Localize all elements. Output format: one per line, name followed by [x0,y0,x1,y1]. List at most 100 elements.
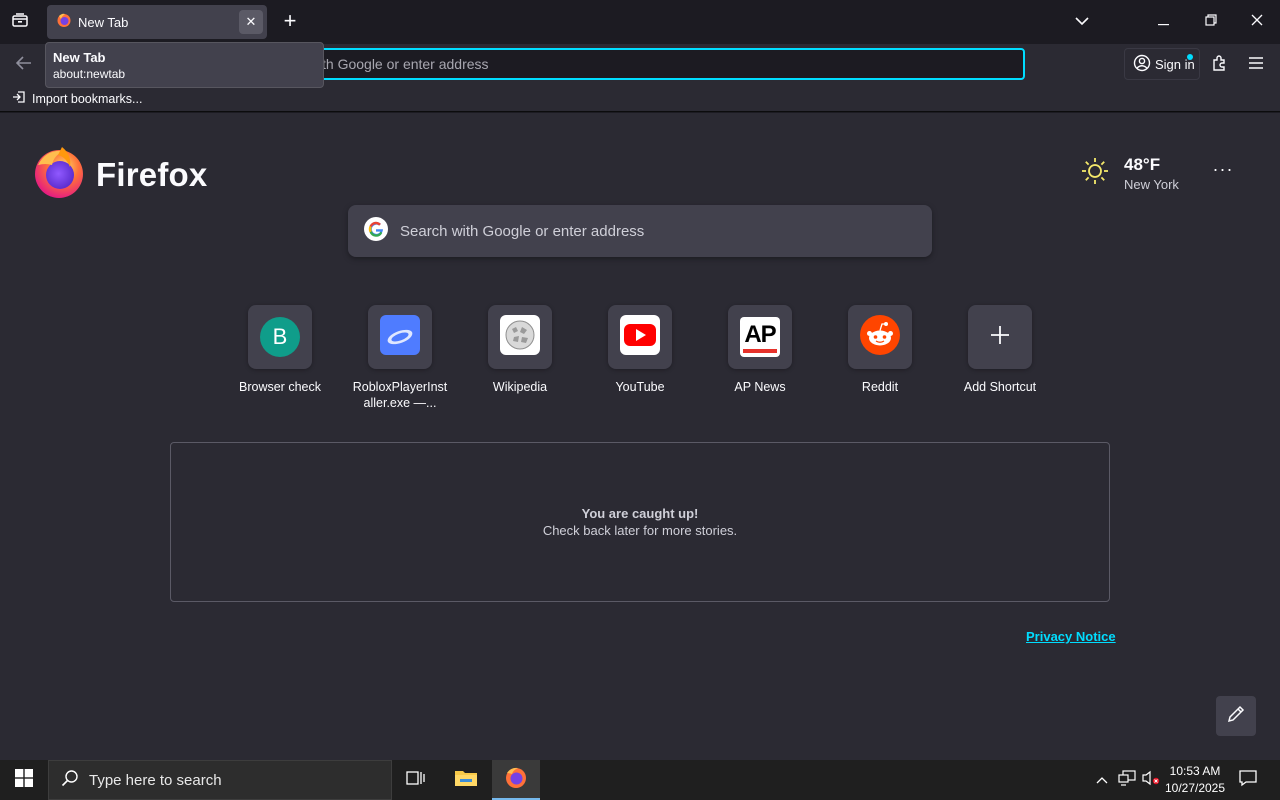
show-hidden-icons-button[interactable] [1092,760,1112,800]
import-icon [12,90,26,107]
newtab-search-box[interactable]: Search with Google or enter address [348,205,932,257]
tray-icon [11,11,29,34]
shortcut-tile: B [248,305,312,369]
volume-button[interactable] [1140,760,1162,800]
shortcut-label: YouTube [615,380,665,394]
weather-location: New York [1124,177,1179,192]
windows-logo-icon [15,768,33,792]
letter-b-icon: B [260,317,300,357]
account-icon [1133,54,1151,75]
ap-news-icon-text: AP [744,320,776,348]
tab-tooltip: New Tab about:newtab [45,42,324,88]
chevron-up-icon [1096,771,1108,789]
shortcut-label: AP News [734,380,786,394]
ap-news-icon: AP [740,317,780,357]
shortcut-reddit[interactable]: Reddit [830,305,930,395]
new-tab-button[interactable]: + [279,10,301,34]
network-button[interactable] [1116,760,1138,800]
url-bar-placeholder: th Google or enter address [322,56,489,72]
task-view-icon [406,769,426,792]
action-center-button[interactable] [1234,760,1262,800]
list-all-tabs-button[interactable] [1070,10,1094,34]
title-bar: New Tab ✕ + [0,0,1280,44]
reddit-icon [860,314,900,360]
file-explorer-button[interactable] [442,760,490,800]
menu-button[interactable] [1244,53,1268,77]
shortcut-youtube[interactable]: YouTube [590,305,690,395]
customize-button[interactable] [1216,696,1256,736]
volume-muted-icon [1142,770,1160,791]
shortcut-label: Browser check [239,380,321,394]
shortcut-ap-news[interactable]: AP AP News [710,305,810,395]
add-shortcut-button[interactable]: Add Shortcut [950,305,1050,395]
shortcut-tile [968,305,1032,369]
hamburger-menu-icon [1249,56,1263,74]
bookmarks-toolbar: Import bookmarks... [0,86,1280,112]
weather-options-button[interactable]: ··· [1210,159,1236,185]
tab-new-tab[interactable]: New Tab ✕ [47,5,267,39]
roblox-download-icon [380,314,420,360]
arrow-left-icon [15,55,32,75]
start-button[interactable] [0,760,48,800]
ap-news-red-bar [743,348,777,353]
weather-widget[interactable]: 48°F New York [1080,155,1179,192]
clock-date: 10/27/2025 [1164,781,1226,795]
extensions-button[interactable] [1208,53,1232,77]
tab-close-button[interactable]: ✕ [239,10,263,34]
shortcut-browser-check[interactable]: B Browser check [230,305,330,395]
shortcut-tile [608,305,672,369]
search-icon [61,769,79,791]
puzzle-icon [1211,54,1229,77]
shortcut-tile [368,305,432,369]
firefox-wordmark: Firefox [96,155,208,193]
plus-icon [990,325,1010,350]
privacy-notice-link[interactable]: Privacy Notice [1026,629,1116,644]
taskbar-clock[interactable]: 10:53 AM 10/27/2025 [1160,763,1230,797]
taskbar-search-placeholder: Type here to search [89,771,222,789]
close-window-button[interactable] [1245,10,1269,34]
windows-taskbar: Type here to search 10:53 AM 10/27/2025 [0,760,1280,800]
wikipedia-icon [500,314,540,360]
shortcut-roblox-installer[interactable]: RobloxPlayerInst aller.exe —... [350,305,450,411]
plus-icon: + [283,8,297,33]
firefox-taskbar-button[interactable] [492,760,540,800]
tab-list-button[interactable] [8,10,32,34]
firefox-logo-icon [32,145,86,204]
stories-empty-subtitle: Check back later for more stories. [542,523,738,538]
url-bar[interactable]: th Google or enter address [300,48,1025,80]
notification-dot [1187,54,1193,60]
more-options-icon: ··· [1212,159,1234,179]
sign-in-button[interactable]: Sign in [1124,48,1200,80]
tab-label: New Tab [78,14,129,30]
import-bookmarks-button[interactable]: Import bookmarks... [12,90,142,107]
folder-icon [454,768,478,793]
shortcut-wikipedia[interactable]: Wikipedia [470,305,570,395]
shortcut-label: RobloxPlayerInst aller.exe —... [352,380,448,410]
back-button[interactable] [12,53,36,77]
chevron-down-icon [1075,13,1089,31]
minimize-button[interactable] [1152,10,1176,34]
tooltip-title: New Tab [53,50,106,65]
stories-empty-title: You are caught up! [581,506,699,521]
import-bookmarks-label: Import bookmarks... [32,91,143,106]
network-icon [1118,769,1136,791]
minimize-icon [1158,13,1170,31]
google-icon [364,216,388,246]
shortcuts-grid: B Browser check RobloxPlayerInst aller.e… [230,305,1050,415]
pencil-icon [1226,704,1246,729]
stories-section: You are caught up! Check back later for … [170,442,1110,602]
sun-icon [1080,156,1110,191]
weather-temperature: 48°F [1124,155,1161,174]
youtube-icon [620,314,660,360]
tooltip-url: about:newtab [53,67,126,81]
shortcut-label: Add Shortcut [963,380,1037,394]
shortcut-label: Wikipedia [492,380,548,394]
new-tab-page: Firefox 48°F New York ··· Search with Go… [0,113,1280,760]
shortcut-label: Reddit [861,380,899,394]
task-view-button[interactable] [392,760,440,800]
firefox-favicon-icon [56,12,72,33]
taskbar-search-box[interactable]: Type here to search [48,760,392,800]
notification-icon [1239,769,1257,792]
restore-button[interactable] [1199,10,1223,34]
restore-icon [1205,13,1217,31]
